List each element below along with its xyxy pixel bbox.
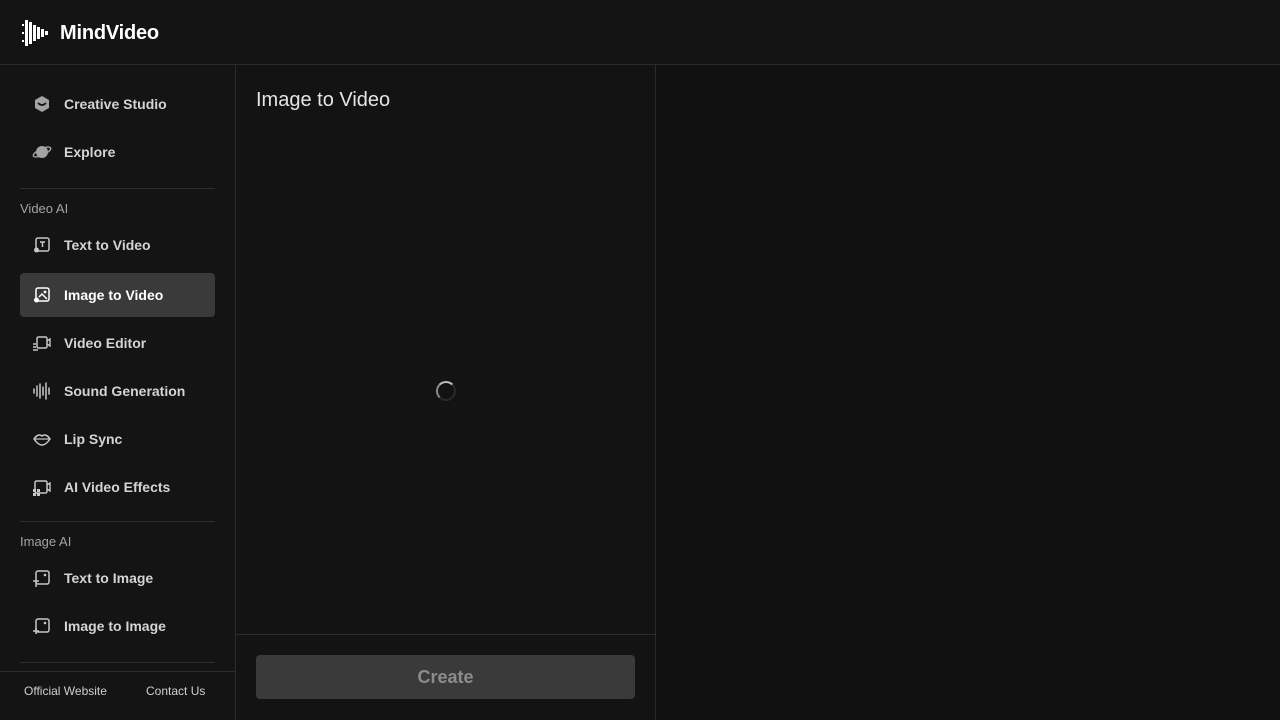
section-label-image-ai: Image AI [20,534,72,549]
sidebar-item-label: Creative Studio [64,96,167,112]
sidebar-divider [20,662,215,663]
sidebar-item-lip-sync[interactable]: Lip Sync [20,417,215,461]
sidebar-item-label: Image to Image [64,618,166,634]
image-image-icon [32,616,52,636]
top-bar: MindVideo [0,0,1280,65]
preview-area [656,65,1280,720]
generation-panel: Image to Video Create [236,65,656,720]
logo-icon [22,20,48,46]
sidebar-divider [20,188,215,189]
app-logo[interactable]: MindVideo [22,19,159,47]
sidebar-item-creative-studio[interactable]: Creative Studio [20,82,215,126]
text-video-icon [32,235,52,255]
section-label-video-ai: Video AI [20,201,69,216]
sidebar-item-label: Video Editor [64,335,147,351]
planet-icon [32,142,52,162]
sidebar-item-video-editor[interactable]: Video Editor [20,321,215,365]
sidebar: Creative Studio Explore Video AI Text to… [0,65,236,720]
image-video-icon [32,285,52,305]
sidebar-item-sound-generation[interactable]: Sound Generation [20,369,215,413]
sidebar-item-image-to-video[interactable]: Image to Video [20,273,215,317]
page-title: Image to Video [256,89,391,111]
create-button[interactable]: Create [256,655,635,699]
sidebar-item-explore[interactable]: Explore [20,130,215,174]
video-effects-icon [32,477,52,497]
panel-footer: Create [236,634,656,720]
sidebar-divider [20,521,215,522]
lips-icon [32,429,52,449]
sidebar-item-label: Image to Video [64,287,164,303]
sidebar-item-label: Sound Generation [64,383,186,399]
official-website-link[interactable]: Official Website [24,684,107,698]
loading-spinner-icon [436,381,456,401]
sidebar-item-image-to-image[interactable]: Image to Image [20,604,215,648]
sidebar-item-label: Text to Image [64,570,154,586]
contact-us-link[interactable]: Contact Us [146,684,205,698]
sidebar-footer: Official Website Contact Us [0,671,235,720]
sidebar-item-text-to-image[interactable]: Text to Image [20,556,215,600]
sound-wave-icon [32,381,52,401]
video-editor-icon [32,333,52,353]
app-name: MindVideo [60,21,159,44]
sidebar-item-label: Lip Sync [64,431,123,447]
text-image-icon [32,568,52,588]
sidebar-item-text-to-video[interactable]: Text to Video [20,223,215,267]
sidebar-item-label: Text to Video [64,237,151,253]
sidebar-item-label: AI Video Effects [64,479,171,495]
sidebar-item-label: Explore [64,144,116,160]
sidebar-item-ai-video-effects[interactable]: AI Video Effects [20,465,215,509]
box-icon [32,94,52,114]
